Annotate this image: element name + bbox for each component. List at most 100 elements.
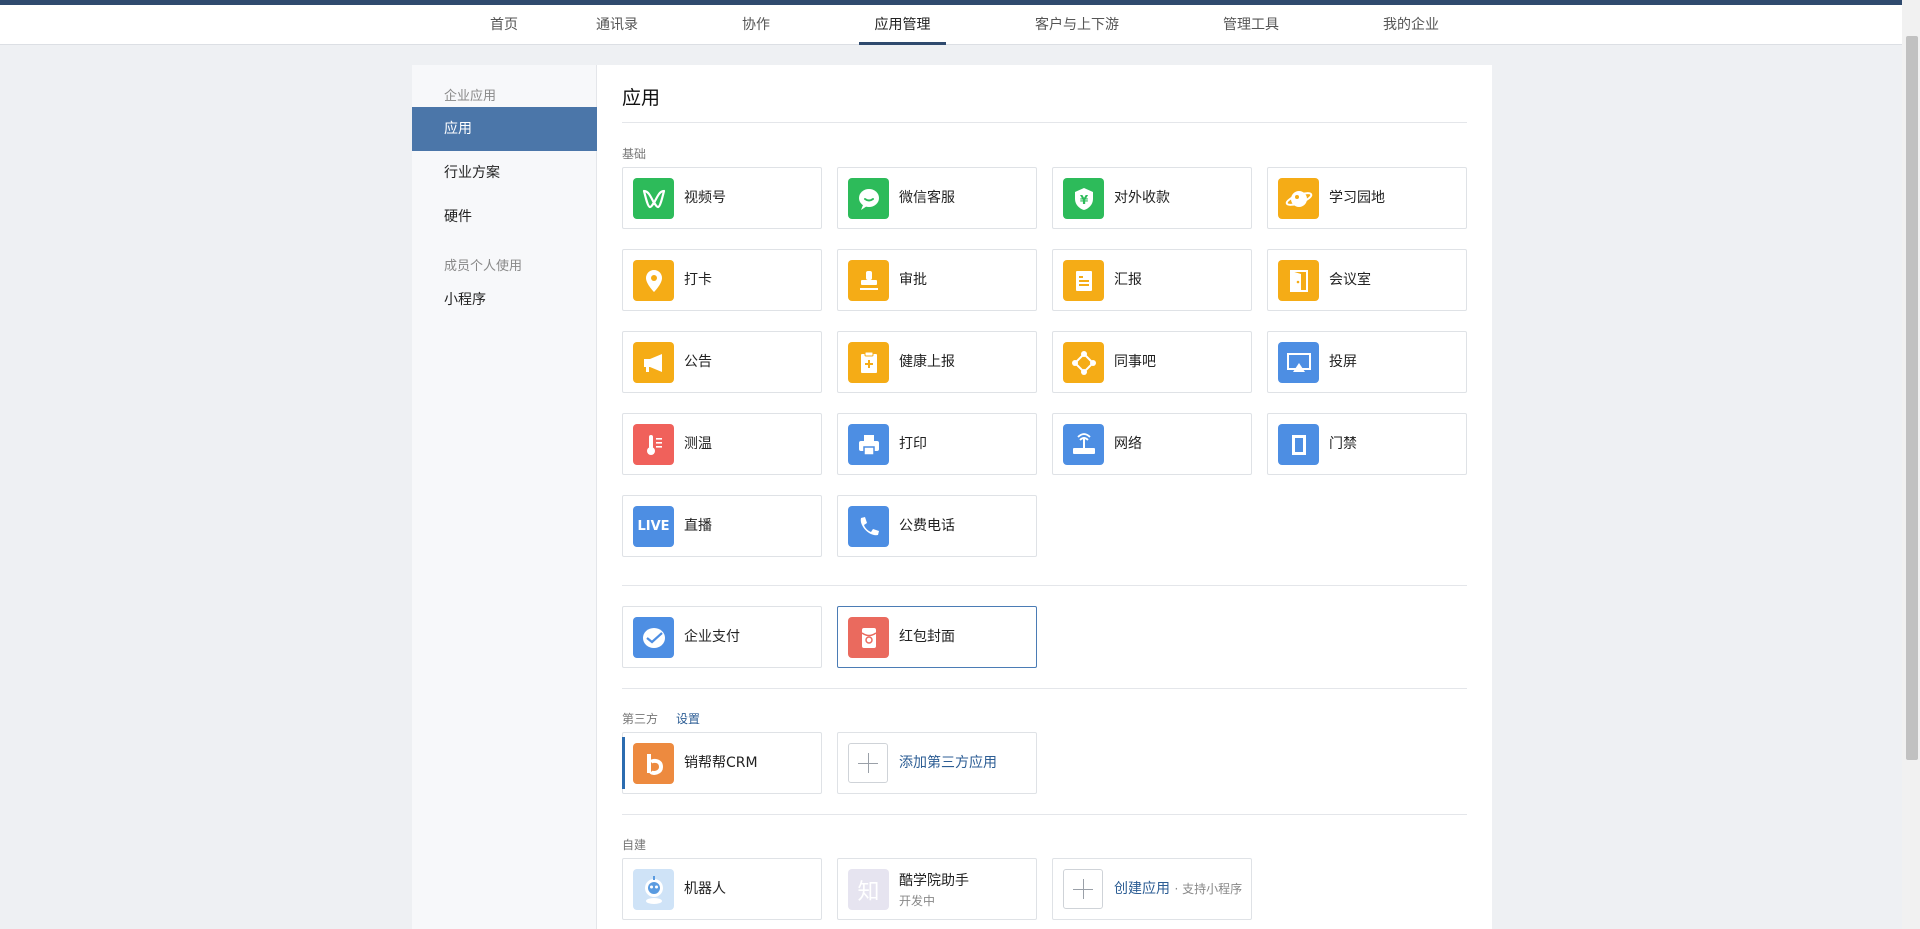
title-divider xyxy=(622,122,1467,123)
megaphone-icon xyxy=(633,342,674,383)
plus-icon xyxy=(848,743,888,783)
nav-collaboration[interactable]: 协作 xyxy=(728,5,784,45)
add-third-party-app-button[interactable]: 添加第三方应用 xyxy=(837,732,1037,794)
app-name: 销帮帮CRM xyxy=(684,755,758,771)
top-navigation: 首页 通讯录 协作 应用管理 客户与上下游 管理工具 我的企业 xyxy=(0,5,1902,45)
network-nodes-icon xyxy=(1063,342,1104,383)
app-card-external-payment[interactable]: ¥ 对外收款 xyxy=(1052,167,1252,229)
main-content: 应用 基础 视频号 微信客服 ¥ 对外收款 学习园地 打卡 审批 汇报 会议室 … xyxy=(597,65,1492,929)
section-divider xyxy=(622,688,1467,689)
app-name: 微信客服 xyxy=(899,190,955,206)
app-card-network[interactable]: 网络 xyxy=(1052,413,1252,475)
app-name: 汇报 xyxy=(1114,272,1142,288)
nav-home[interactable]: 首页 xyxy=(477,5,531,45)
crm-b-icon xyxy=(633,743,674,784)
app-name: 直播 xyxy=(684,518,712,534)
section-label-basic: 基础 xyxy=(622,147,647,161)
app-name: 企业支付 xyxy=(684,629,740,645)
nav-app-management[interactable]: 应用管理 xyxy=(859,5,946,45)
section-divider xyxy=(622,585,1467,586)
app-name: 会议室 xyxy=(1329,272,1371,288)
red-packet-icon xyxy=(848,617,889,658)
app-name: 公费电话 xyxy=(899,518,955,534)
app-name: 机器人 xyxy=(684,881,726,897)
planet-icon xyxy=(1278,178,1319,219)
thermometer-icon xyxy=(633,424,674,465)
svg-text:¥: ¥ xyxy=(1079,193,1088,207)
app-card-learning-garden[interactable]: 学习园地 xyxy=(1267,167,1467,229)
app-name: 酷学院助手 xyxy=(899,873,969,889)
app-card-temperature[interactable]: 测温 xyxy=(622,413,822,475)
content-panel: 企业应用 应用 行业方案 硬件 成员个人使用 小程序 应用 基础 视频号 微信客… xyxy=(412,65,1492,929)
app-name: 视频号 xyxy=(684,190,726,206)
report-doc-icon xyxy=(1063,260,1104,301)
app-card-screen-cast[interactable]: 投屏 xyxy=(1267,331,1467,393)
sidebar-group-enterprise-apps: 企业应用 xyxy=(444,89,497,104)
app-name: 门禁 xyxy=(1329,436,1357,452)
app-name: 健康上报 xyxy=(899,354,955,370)
enterprise-pay-icon xyxy=(633,617,674,658)
video-channel-icon xyxy=(633,178,674,219)
sidebar-item-industry-solutions[interactable]: 行业方案 xyxy=(412,151,597,195)
app-card-colleague-bar[interactable]: 同事吧 xyxy=(1052,331,1252,393)
app-card-robot[interactable]: 机器人 xyxy=(622,858,822,920)
app-card-wechat-service[interactable]: 微信客服 xyxy=(837,167,1037,229)
section-label-third-party: 第三方 xyxy=(622,712,659,726)
screen-cast-icon xyxy=(1278,342,1319,383)
app-name: 审批 xyxy=(899,272,927,288)
app-card-kuxueyuan-assistant[interactable]: 知 酷学院助手 开发中 xyxy=(837,858,1037,920)
app-card-public-phone[interactable]: 公费电话 xyxy=(837,495,1037,557)
payment-shield-icon: ¥ xyxy=(1063,178,1104,219)
sidebar: 企业应用 应用 行业方案 硬件 成员个人使用 小程序 xyxy=(412,65,597,929)
sidebar-item-hardware[interactable]: 硬件 xyxy=(412,195,597,239)
third-party-settings-link[interactable]: 设置 xyxy=(676,710,700,727)
section-label-custom: 自建 xyxy=(622,838,647,852)
add-third-party-label: 添加第三方应用 xyxy=(899,755,997,771)
printer-icon xyxy=(848,424,889,465)
sidebar-item-apps[interactable]: 应用 xyxy=(412,107,597,151)
create-app-button[interactable]: 创建应用 · 支持小程序 xyxy=(1052,858,1252,920)
nav-my-enterprise[interactable]: 我的企业 xyxy=(1375,5,1447,45)
app-name: 对外收款 xyxy=(1114,190,1170,206)
phone-icon xyxy=(848,506,889,547)
section-divider xyxy=(622,814,1467,815)
create-app-label: 创建应用 · 支持小程序 xyxy=(1114,881,1243,897)
app-card-report[interactable]: 汇报 xyxy=(1052,249,1252,311)
app-name: 测温 xyxy=(684,436,712,452)
app-card-check-in[interactable]: 打卡 xyxy=(622,249,822,311)
health-clipboard-icon xyxy=(848,342,889,383)
create-app-suffix: · 支持小程序 xyxy=(1174,882,1243,896)
app-card-red-packet-cover[interactable]: 红包封面 xyxy=(837,606,1037,668)
sidebar-item-mini-programs[interactable]: 小程序 xyxy=(412,278,597,322)
app-card-access-control[interactable]: 门禁 xyxy=(1267,413,1467,475)
nav-management-tools[interactable]: 管理工具 xyxy=(1212,5,1290,45)
app-status: 开发中 xyxy=(899,894,936,908)
app-card-print[interactable]: 打印 xyxy=(837,413,1037,475)
robot-icon xyxy=(633,869,674,910)
plus-icon xyxy=(1063,869,1103,909)
door-icon xyxy=(1278,260,1319,301)
router-icon xyxy=(1063,424,1104,465)
app-name: 打印 xyxy=(899,436,927,452)
scrollbar-thumb[interactable] xyxy=(1906,36,1918,760)
app-card-announcement[interactable]: 公告 xyxy=(622,331,822,393)
app-card-health-report[interactable]: 健康上报 xyxy=(837,331,1037,393)
nav-contacts[interactable]: 通讯录 xyxy=(589,5,645,45)
wechat-service-icon xyxy=(848,178,889,219)
app-card-crm[interactable]: 销帮帮CRM xyxy=(622,732,822,794)
app-name: 投屏 xyxy=(1329,354,1357,370)
sidebar-group-personal-use: 成员个人使用 xyxy=(444,259,523,274)
app-card-video-channel[interactable]: 视频号 xyxy=(622,167,822,229)
app-name: 网络 xyxy=(1114,436,1142,452)
app-card-live[interactable]: LIVE 直播 xyxy=(622,495,822,557)
page-title: 应用 xyxy=(622,87,661,109)
app-card-enterprise-pay[interactable]: 企业支付 xyxy=(622,606,822,668)
app-name: 学习园地 xyxy=(1329,190,1385,206)
live-icon: LIVE xyxy=(633,506,674,547)
stamp-icon xyxy=(848,260,889,301)
page-scrollbar[interactable] xyxy=(1902,0,1920,929)
app-card-approval[interactable]: 审批 xyxy=(837,249,1037,311)
nav-customers-upstream-downstream[interactable]: 客户与上下游 xyxy=(1027,5,1127,45)
app-name: 红包封面 xyxy=(899,629,955,645)
app-card-meeting-room[interactable]: 会议室 xyxy=(1267,249,1467,311)
